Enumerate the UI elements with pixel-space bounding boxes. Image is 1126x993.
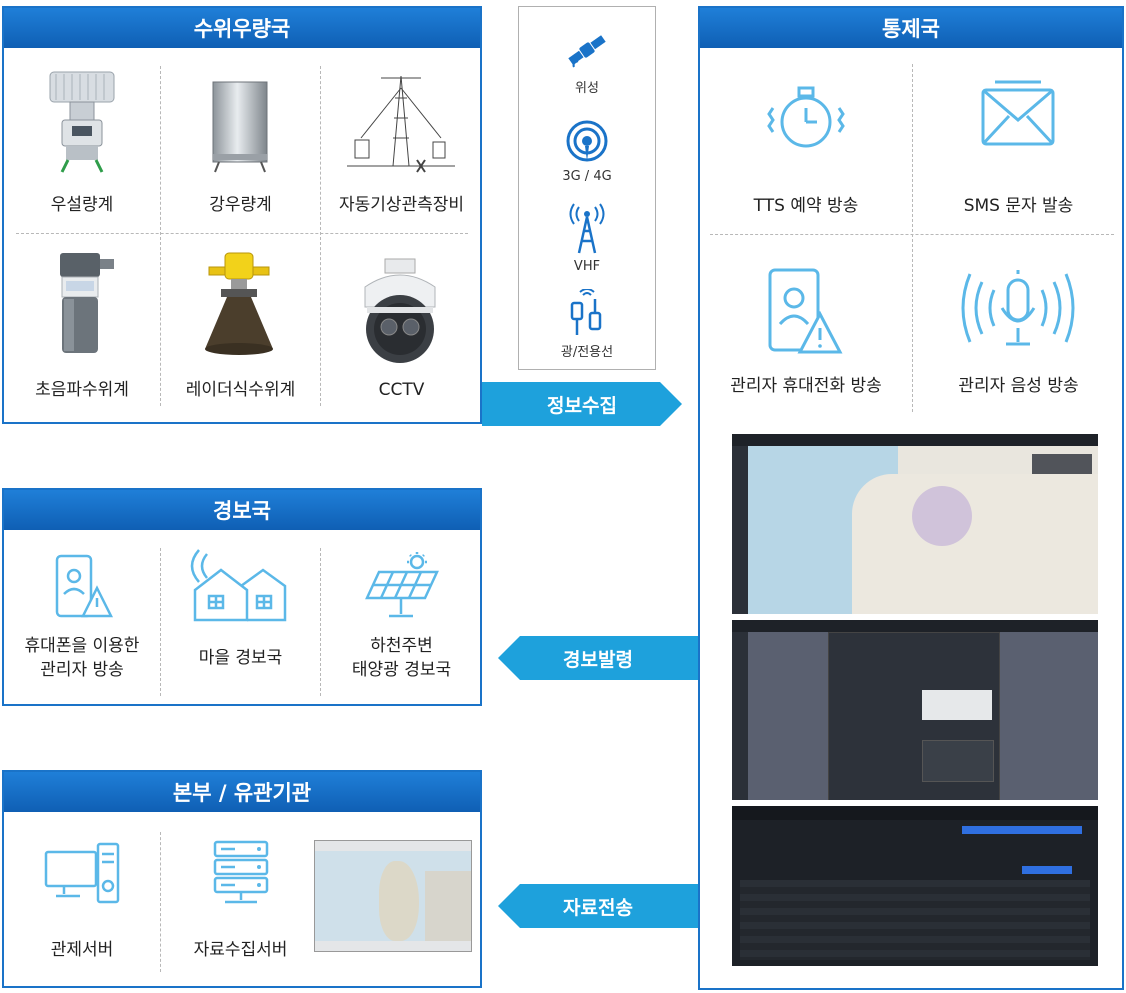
- snow-rain-gauge-label: 우설량계: [50, 195, 114, 215]
- cctv-image: [364, 258, 436, 363]
- collect-arrow: 정보수집: [482, 382, 682, 426]
- sms-send-item: SMS 문자 발송: [913, 64, 1124, 222]
- rain-gauge-image: [212, 81, 268, 173]
- comm-mobile-label: 3G / 4G: [562, 169, 612, 184]
- server-rack-icon: [213, 840, 269, 904]
- aws-image: [347, 75, 455, 173]
- data-collection-server-label: 자료수집서버: [193, 940, 288, 960]
- solar-warning-item: 하천주변 태양광 경보국: [321, 534, 482, 686]
- phone-manager-broadcast-label: 휴대폰을 이용한 관리자 방송: [24, 636, 140, 680]
- hq-title: 본부 / 유관기관: [4, 772, 480, 812]
- radar-level-image: [205, 252, 273, 355]
- radar-level-item: 레이더식수위계: [161, 243, 320, 408]
- comm-fiber: 광/전용선: [519, 288, 655, 360]
- phone-manager-broadcast-item: 휴대폰을 이용한 관리자 방송: [4, 534, 160, 686]
- cctv-item: CCTV: [321, 243, 482, 408]
- radio-tower-icon: [569, 203, 605, 254]
- aws-item: 자동기상관측장비: [321, 58, 482, 223]
- snow-rain-gauge-item: 우설량계: [4, 58, 160, 223]
- cellular-signal-icon: [566, 120, 608, 162]
- control-server-label: 관제서버: [50, 940, 114, 960]
- server-map-screenshot: [314, 840, 472, 952]
- phone-user-warning-icon: [768, 268, 843, 354]
- solar-warning-label: 하천주변 태양광 경보국: [351, 636, 452, 680]
- data-table-screenshot: [732, 806, 1098, 966]
- tts-broadcast-label: TTS 예약 방송: [753, 196, 859, 216]
- radar-level-label: 레이더식수위계: [185, 380, 296, 400]
- manager-phone-label: 관리자 휴대전화 방송: [730, 376, 882, 396]
- comm-vhf-label: VHF: [573, 259, 601, 274]
- aws-label: 자동기상관측장비: [338, 195, 465, 215]
- manager-voice-label: 관리자 음성 방송: [958, 376, 1079, 396]
- control-server-item: 관제서버: [4, 816, 160, 966]
- envelope-icon: [981, 80, 1055, 146]
- comm-fiber-label: 광/전용선: [560, 345, 614, 360]
- warning-station-panel: 경보국 휴대폰을 이용한 관리자 방송 마을 경보국 하천주변 태양광 경보국: [2, 488, 482, 706]
- sms-send-label: SMS 문자 발송: [963, 196, 1074, 216]
- stopwatch-icon: [767, 86, 845, 148]
- phone-user-warning-icon: [55, 554, 114, 618]
- comm-satellite-label: 위성: [575, 81, 599, 96]
- village-houses-icon: [190, 549, 287, 622]
- fiber-cable-icon: [570, 288, 602, 335]
- data-collection-server-item: 자료수집서버: [161, 816, 320, 966]
- warning-station-title: 경보국: [4, 490, 480, 530]
- solar-panel-icon: [365, 552, 439, 618]
- satellite-icon: [568, 35, 606, 68]
- cctv-label: CCTV: [378, 380, 425, 400]
- tts-broadcast-item: TTS 예약 방송: [700, 64, 912, 222]
- village-warning-label: 마을 경보국: [198, 648, 283, 668]
- rain-gauge-label: 강우량계: [209, 195, 272, 215]
- ultrasonic-level-label: 초음파수위계: [35, 380, 129, 400]
- comm-mobile: 3G / 4G: [519, 119, 655, 184]
- control-station-panel: 통제국 TTS 예약 방송 SMS 문자 발송 관리자 휴대전화 방송 관리자 …: [698, 6, 1124, 990]
- snow-rain-gauge-image: [49, 71, 115, 173]
- control-station-title: 통제국: [700, 8, 1122, 48]
- manager-voice-item: 관리자 음성 방송: [913, 242, 1124, 402]
- rain-gauge-item: 강우량계: [161, 58, 320, 223]
- comm-satellite: 위성: [519, 27, 655, 96]
- transfer-arrow: 자료전송: [498, 884, 698, 928]
- ultrasonic-level-image: [60, 253, 114, 353]
- village-warning-item: 마을 경보국: [161, 534, 320, 686]
- desktop-computer-icon: [44, 842, 120, 904]
- hq-panel: 본부 / 유관기관 관제서버 자료수집서버: [2, 770, 482, 988]
- map-monitor-screenshot: [732, 434, 1098, 614]
- alert-arrow: 경보발령: [498, 636, 698, 680]
- water-station-panel: 수위우량국 우설량계 강우량계 자동기상관측장비 초음파수위계 레이더식수위계 …: [2, 6, 482, 424]
- comm-methods-box: 위성 3G / 4G VHF 광/전용선: [518, 6, 656, 370]
- device-info-screenshot: [732, 620, 1098, 800]
- manager-phone-item: 관리자 휴대전화 방송: [700, 242, 912, 402]
- microphone-sound-icon: [961, 270, 1075, 346]
- ultrasonic-level-item: 초음파수위계: [4, 243, 160, 408]
- comm-vhf: VHF: [519, 203, 655, 274]
- water-station-title: 수위우량국: [4, 8, 480, 48]
